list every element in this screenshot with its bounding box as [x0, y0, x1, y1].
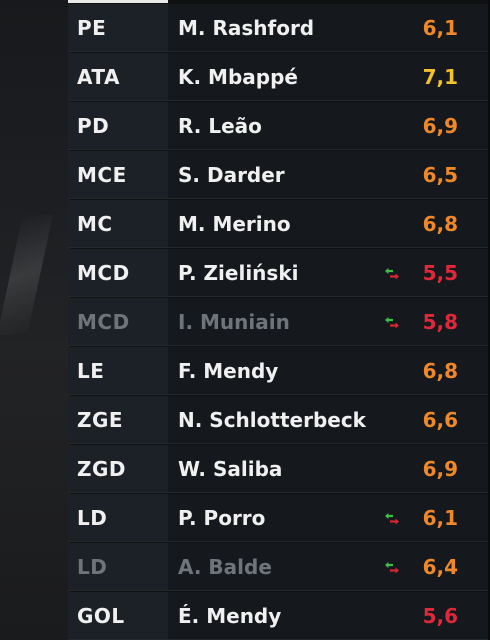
player-info: R. Leão 6,9 [168, 102, 488, 149]
player-name: M. Rashford [178, 15, 315, 40]
player-info: F. Mendy 6,8 [168, 347, 488, 394]
player-rating: 6,1 [422, 15, 458, 40]
player-position: LD [68, 543, 168, 590]
player-name: R. Leão [178, 113, 262, 138]
player-rating: 6,6 [422, 407, 458, 432]
player-row[interactable]: LE F. Mendy 6,8 [68, 347, 488, 395]
player-position: ZGE [68, 396, 168, 443]
substitution-icon [384, 560, 400, 574]
player-name: F. Mendy [178, 358, 279, 383]
player-position: PE [68, 4, 168, 51]
tab-underline [68, 0, 168, 3]
player-rating: 5,5 [422, 260, 458, 285]
player-info: S. Darder 6,5 [168, 151, 488, 198]
substitution-icon [384, 511, 400, 525]
player-info: N. Schlotterbeck 6,6 [168, 396, 488, 443]
player-info: A. Balde 6,4 [168, 543, 488, 590]
player-position: GOL [68, 592, 168, 639]
player-row[interactable]: MC M. Merino 6,8 [68, 200, 488, 248]
player-position: ATA [68, 53, 168, 100]
player-position: ZGD [68, 445, 168, 492]
player-name: N. Schlotterbeck [178, 407, 366, 432]
player-name: P. Porro [178, 505, 266, 530]
player-row[interactable]: PE M. Rashford 6,1 [68, 4, 488, 52]
player-info: I. Muniain 5,8 [168, 298, 488, 345]
player-rating: 6,9 [422, 113, 458, 138]
player-name: É. Mendy [178, 603, 282, 628]
player-name: K. Mbappé [178, 64, 298, 89]
player-row[interactable]: PD R. Leão 6,9 [68, 102, 488, 150]
player-name: I. Muniain [178, 309, 290, 334]
player-row[interactable]: LD A. Balde 6,4 [68, 543, 488, 591]
player-rating: 6,5 [422, 162, 458, 187]
player-name: W. Saliba [178, 456, 283, 481]
player-row[interactable]: ZGD W. Saliba 6,9 [68, 445, 488, 493]
player-position: MC [68, 200, 168, 247]
player-row[interactable]: MCD P. Zieliński 5,5 [68, 249, 488, 297]
player-info: M. Rashford 6,1 [168, 4, 488, 51]
player-name: A. Balde [178, 554, 272, 579]
player-rating: 6,8 [422, 211, 458, 236]
player-position: MCD [68, 298, 168, 345]
player-row[interactable]: MCE S. Darder 6,5 [68, 151, 488, 199]
player-rating: 6,9 [422, 456, 458, 481]
player-rating: 6,8 [422, 358, 458, 383]
player-row[interactable]: LD P. Porro 6,1 [68, 494, 488, 542]
player-name: P. Zieliński [178, 260, 299, 285]
player-position: MCD [68, 249, 168, 296]
player-ratings-panel: PE M. Rashford 6,1 ATA K. Mbappé 7,1 PD R. Leão… [68, 0, 488, 640]
player-rating: 5,8 [422, 309, 458, 334]
player-row[interactable]: GOL É. Mendy 5,6 [68, 592, 488, 640]
substitution-icon [384, 315, 400, 329]
player-info: P. Porro 6,1 [168, 494, 488, 541]
player-position: PD [68, 102, 168, 149]
player-info: W. Saliba 6,9 [168, 445, 488, 492]
player-name: S. Darder [178, 162, 285, 187]
player-info: K. Mbappé 7,1 [168, 53, 488, 100]
player-row[interactable]: ATA K. Mbappé 7,1 [68, 53, 488, 101]
player-rating: 6,1 [422, 505, 458, 530]
player-row[interactable]: ZGE N. Schlotterbeck 6,6 [68, 396, 488, 444]
player-info: P. Zieliński 5,5 [168, 249, 488, 296]
player-info: É. Mendy 5,6 [168, 592, 488, 639]
player-position: LD [68, 494, 168, 541]
player-rating: 5,6 [422, 603, 458, 628]
player-info: M. Merino 6,8 [168, 200, 488, 247]
player-rating: 6,4 [422, 554, 458, 579]
substitution-icon [384, 266, 400, 280]
player-rating: 7,1 [422, 64, 458, 89]
player-name: M. Merino [178, 211, 291, 236]
player-position: MCE [68, 151, 168, 198]
player-row[interactable]: MCD I. Muniain 5,8 [68, 298, 488, 346]
player-position: LE [68, 347, 168, 394]
